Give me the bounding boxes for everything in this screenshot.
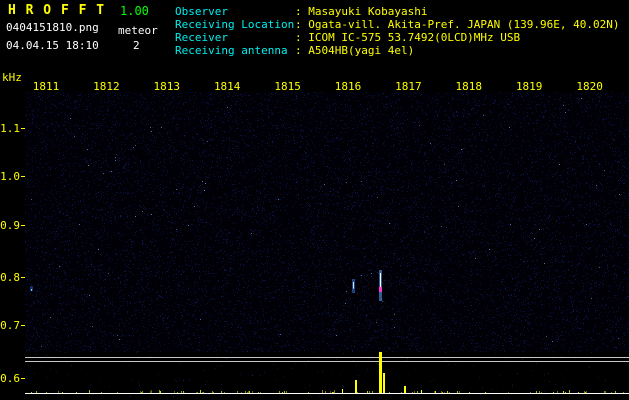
time-axis: 1811 1812 1813 1814 1815 1816 1817 1818 1819 1820 bbox=[0, 80, 629, 93]
spectrogram-canvas bbox=[25, 92, 629, 352]
session-datetime: 04.04.15 18:10 bbox=[6, 39, 99, 52]
info-row: Observer : Masayuki Kobayashi bbox=[175, 5, 627, 18]
info-row-value: : Ogata-vill. Akita-Pref. JAPAN (139.96E… bbox=[295, 18, 620, 31]
info-row-value: : ICOM IC-575 53.7492(0LCD)MHz USB bbox=[295, 31, 521, 44]
freq-label: 0.7 bbox=[0, 319, 20, 332]
info-row-label: Observer bbox=[175, 5, 228, 18]
signal-level-canvas bbox=[25, 352, 629, 397]
freq-label: 0.9 bbox=[0, 219, 20, 232]
info-row-label: Receiver bbox=[175, 31, 228, 44]
info-row-label: Receiving antenna bbox=[175, 44, 288, 57]
info-panel: Observer : Masayuki Kobayashi Receiving Lo… bbox=[175, 5, 627, 57]
freq-label: 0.6 bbox=[0, 372, 20, 385]
info-row-label: Receiving Location bbox=[175, 18, 295, 31]
mode-label: meteor bbox=[118, 24, 158, 37]
info-row-value: : Masayuki Kobayashi bbox=[295, 5, 428, 18]
info-row: Receiver : ICOM IC-575 53.7492(0LCD)MHz U… bbox=[175, 31, 627, 44]
meteor-count: 2 bbox=[133, 39, 140, 52]
info-row: Receiving Location: Ogata-vill. Akita-Pr… bbox=[175, 18, 627, 31]
freq-label: 0.8 bbox=[0, 271, 20, 284]
freq-label: 1.0 bbox=[0, 170, 20, 183]
app-version: 1.00 bbox=[120, 4, 149, 18]
freq-label: 1.1 bbox=[0, 122, 20, 135]
hrofft-screen: H R O F F T 1.00 0404151810.png meteor 0… bbox=[0, 0, 629, 400]
info-row: Receiving antenna : A504HB(yagi 4el) bbox=[175, 44, 627, 57]
info-row-value: : A504HB(yagi 4el) bbox=[295, 44, 415, 57]
app-title: H R O F F T bbox=[8, 3, 106, 18]
output-filename: 0404151810.png bbox=[6, 21, 99, 34]
